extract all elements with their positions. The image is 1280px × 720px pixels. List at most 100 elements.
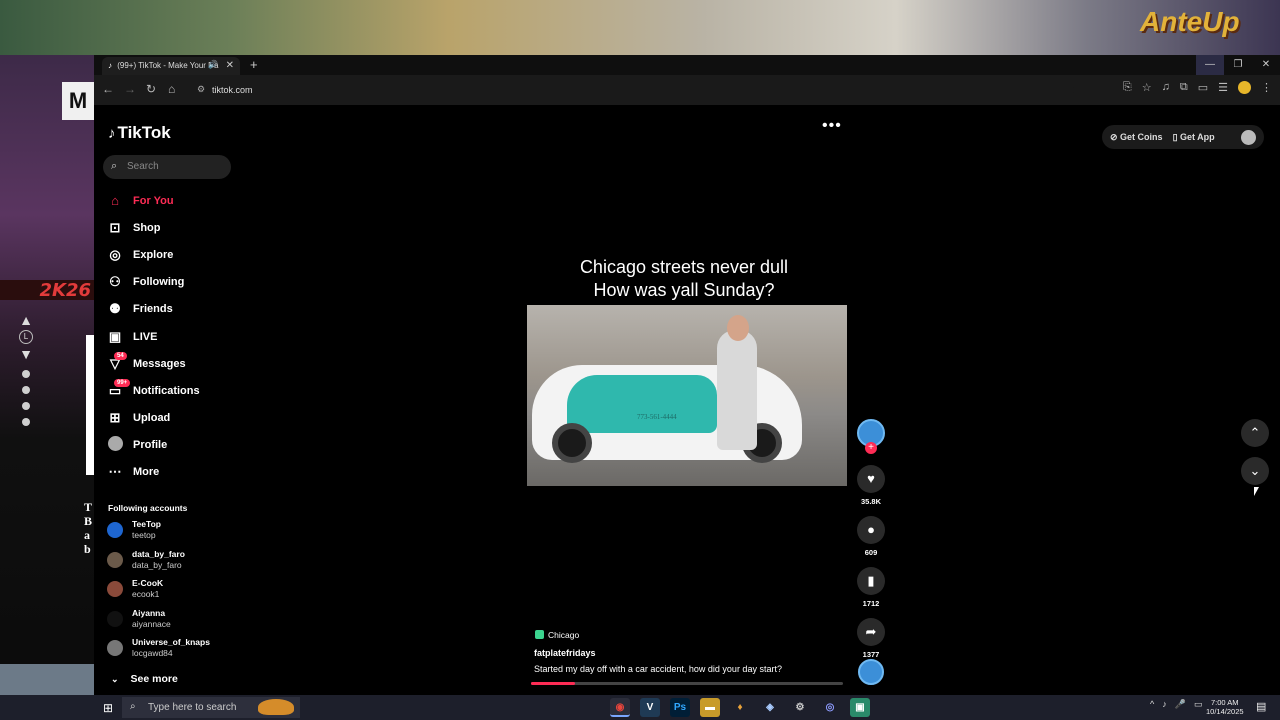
windows-start-icon[interactable]: ⊞: [103, 701, 113, 715]
bookmark-star-icon[interactable]: ☆: [1142, 81, 1152, 94]
mic-icon[interactable]: 🎤: [1175, 699, 1186, 710]
mouse-cursor: [1254, 487, 1259, 496]
nav-badge: 99+: [114, 379, 131, 388]
photoshop-icon[interactable]: Ps: [670, 698, 690, 717]
search-icon: ⌕: [111, 160, 118, 172]
sidebar-item-live[interactable]: ▣ LIVE: [106, 323, 236, 350]
steam-icon[interactable]: ⚙: [790, 698, 810, 717]
search-input[interactable]: ⌕ Search: [103, 155, 231, 179]
sidebar-item-notifications[interactable]: ▭ 99+ Notifications: [106, 377, 236, 404]
sidebar-item-messages[interactable]: ▽ 54 Messages: [106, 350, 236, 377]
sidebar-item-label: Upload: [133, 412, 171, 425]
get-coins-label: Get Coins: [1120, 131, 1163, 142]
search-highlight-icon[interactable]: [258, 699, 294, 715]
see-more-button[interactable]: ⌄ See more: [111, 673, 178, 685]
following-account-item[interactable]: Aiyanna aiyannace: [107, 605, 237, 633]
video-progress-bar[interactable]: [531, 682, 843, 685]
previous-video-button[interactable]: ⌃: [1241, 419, 1269, 447]
taskbar-apps: ◉ V Ps ▬ ♦ ◈ ⚙ ◎ ▣: [610, 698, 870, 717]
install-app-icon[interactable]: ⎘: [1123, 81, 1132, 94]
taskbar-clock[interactable]: 7:00 AM 10/14/2025: [1206, 698, 1244, 716]
minimize-button[interactable]: —: [1196, 55, 1224, 75]
notification-icon[interactable]: ▤: [1256, 700, 1266, 713]
close-window-button[interactable]: ✕: [1252, 55, 1280, 75]
speaker-icon[interactable]: ♪: [1162, 699, 1167, 710]
location-tag[interactable]: Chicago: [535, 630, 579, 640]
next-video-button[interactable]: ⌄: [1241, 457, 1269, 485]
video-caption: Chicago streets never dull How was yall …: [524, 256, 844, 302]
comment-count: 609: [864, 548, 878, 557]
share-button[interactable]: ➦ 1377: [856, 618, 886, 659]
new-tab-button[interactable]: +: [250, 57, 258, 72]
like-button[interactable]: ♥ 35.8K: [856, 465, 886, 506]
media-icon[interactable]: ♫: [1162, 81, 1170, 94]
save-button[interactable]: ▮ 1712: [856, 567, 886, 608]
account-avatar: [107, 640, 123, 657]
back-icon[interactable]: ←: [102, 82, 114, 96]
brave-icon[interactable]: ♦: [730, 698, 750, 717]
sidebar-item-upload[interactable]: ⊞ Upload: [106, 405, 236, 432]
reload-icon[interactable]: ↻: [146, 82, 156, 96]
profile-avatar[interactable]: [1241, 129, 1256, 145]
browser-menu-icon[interactable]: ⋮: [1261, 81, 1272, 94]
friends-icon: ⚉: [109, 301, 121, 317]
sidebar-item-explore[interactable]: ◎ Explore: [106, 241, 236, 268]
app-icon[interactable]: ▣: [850, 698, 870, 717]
forward-icon[interactable]: →: [124, 82, 136, 96]
more-icon: ⋯: [108, 464, 122, 480]
following-account-item[interactable]: TeeTop teetop: [107, 516, 237, 544]
search-placeholder: Search: [127, 161, 159, 172]
network-icon[interactable]: ▭: [1194, 699, 1203, 710]
chrome-icon[interactable]: ◉: [610, 698, 630, 717]
following-account-item[interactable]: Universe_of_knaps locgawd84: [107, 634, 237, 662]
sidebar-item-friends[interactable]: ⚉ Friends: [106, 296, 236, 323]
sidebar-item-following[interactable]: ⚇ Following: [106, 269, 236, 296]
follow-plus-icon[interactable]: +: [865, 442, 877, 454]
taxi-number: 773-561-4444: [637, 413, 677, 421]
get-app-button[interactable]: ▯ Get App: [1173, 132, 1215, 143]
more-options-icon[interactable]: •••: [822, 117, 842, 135]
account-handle: aiyannace: [132, 618, 171, 629]
sidebar-item-shop[interactable]: ⊡ Shop: [106, 214, 236, 241]
bookmark-icon: ▮: [857, 567, 885, 595]
reading-list-icon[interactable]: ☰: [1218, 81, 1228, 94]
sidebar-item-more[interactable]: ⋯ More: [106, 459, 236, 486]
network-app-icon[interactable]: ◈: [760, 698, 780, 717]
vegas-icon[interactable]: V: [640, 698, 660, 717]
following-icon: ⚇: [109, 274, 121, 290]
account-handle: data_by_faro: [132, 559, 182, 570]
save-count: 1712: [862, 599, 880, 608]
tray-chevron-icon[interactable]: ^: [1150, 699, 1154, 710]
tab-title: (99+) TikTok - Make Your Da: [117, 61, 219, 70]
tab-tiktok[interactable]: ♪ (99+) TikTok - Make Your Da 🔊 ✕: [102, 57, 240, 75]
following-account-item[interactable]: data_by_faro data_by_faro: [107, 546, 237, 574]
following-account-item[interactable]: E-CooK ecook1: [107, 575, 237, 603]
site-info-icon[interactable]: ⚙: [197, 84, 205, 95]
sidebar-item-for-you[interactable]: ⌂ For You: [106, 187, 236, 214]
discord-icon[interactable]: ◎: [820, 698, 840, 717]
video-description: Started my day off with a car accident, …: [534, 664, 782, 674]
extensions-icon[interactable]: ⧉: [1180, 81, 1188, 94]
url-field[interactable]: ⚙ tiktok.com: [194, 81, 1074, 99]
account-avatar: [107, 522, 123, 538]
sidebar-item-profile[interactable]: Profile: [106, 432, 236, 459]
file-explorer-icon[interactable]: ▬: [700, 698, 720, 717]
music-disc-icon[interactable]: [858, 659, 884, 685]
background-left-panel: [0, 55, 94, 695]
home-icon[interactable]: ⌂: [168, 82, 175, 96]
tiktok-logo[interactable]: ♪ TikTok: [108, 123, 171, 143]
close-tab-icon[interactable]: ✕: [226, 60, 234, 71]
home-icon: ⌂: [111, 193, 119, 209]
screen: AnteUp M 2K26 ▲ L ▼ T B a b ♪ (99+) TikT…: [0, 0, 1280, 720]
video-player[interactable]: 773-561-4444: [527, 305, 847, 486]
maximize-button[interactable]: ❐: [1224, 55, 1252, 75]
speaker-icon[interactable]: 🔊: [208, 60, 218, 69]
author-name[interactable]: fatplatefridays: [534, 648, 596, 658]
browser-profile-avatar[interactable]: [1238, 81, 1251, 94]
taskbar-search-placeholder: Type here to search: [148, 702, 237, 713]
comment-button[interactable]: ● 609: [856, 516, 886, 557]
split-view-icon[interactable]: ▭: [1198, 81, 1208, 94]
sidebar-item-label: LIVE: [133, 330, 158, 343]
anteup-logo: AnteUp: [1140, 6, 1240, 37]
get-coins-button[interactable]: ⊘ Get Coins: [1110, 132, 1163, 143]
